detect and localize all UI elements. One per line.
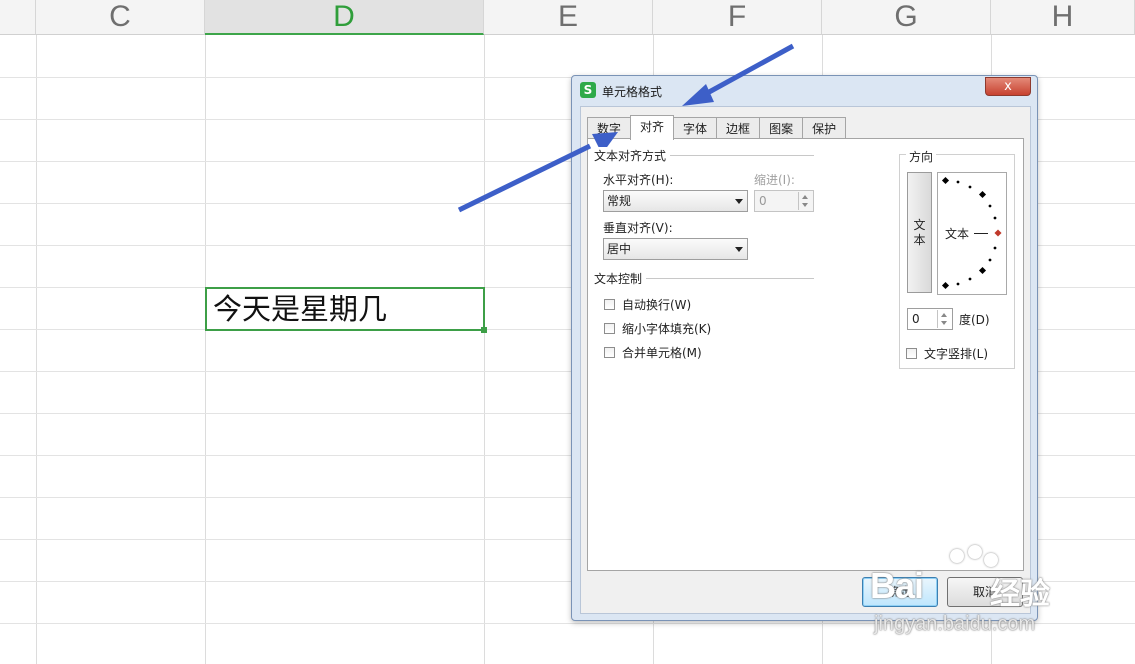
paw-icon [984,553,998,567]
watermark-url: jingyan.baidu.com [874,613,1036,635]
text-control-group-title: 文本控制 [594,270,647,287]
arrow-to-alignment-tab [457,132,618,213]
paw-icon [950,549,964,563]
arrow-to-title [682,43,795,106]
orientation-group-title: 方向 [906,148,937,165]
paw-icon [968,545,982,559]
tab-alignment[interactable]: 对齐 [630,115,675,140]
text-alignment-group-title: 文本对齐方式 [594,147,671,164]
watermark-brand: 经验 [990,578,1050,611]
watermark-logo: Bai [870,565,924,606]
baidu-jingyan-watermark: Bai 经验 jingyan.baidu.com [870,545,1100,645]
